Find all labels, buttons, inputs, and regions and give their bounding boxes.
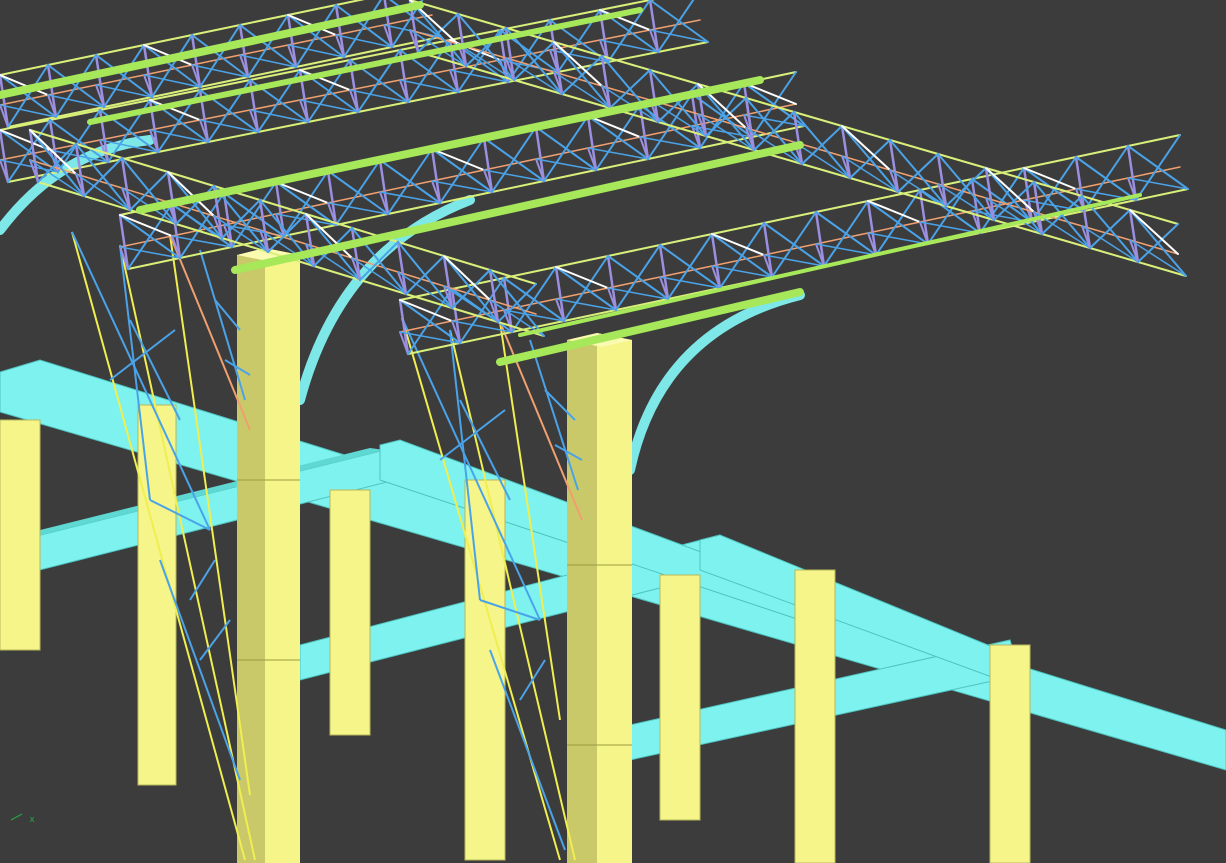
- truss-diagonal: [897, 153, 939, 193]
- truss-chord-bottom: [157, 141, 209, 153]
- truss-diagonal: [1089, 209, 1131, 249]
- truss-vertical: [142, 43, 154, 99]
- short-column: [659, 574, 701, 821]
- truss-chord-bottom: [307, 111, 359, 123]
- truss-chord-top: [555, 255, 609, 268]
- truss-diagonal: [1137, 223, 1179, 263]
- truss-chord-bottom: [179, 246, 233, 259]
- truss-diagonal: [563, 255, 609, 322]
- truss-chord-bottom: [491, 180, 545, 193]
- short-column: [794, 569, 836, 863]
- truss-chord-bottom: [543, 169, 597, 182]
- truss-chord-top: [815, 200, 869, 213]
- truss-chord-top: [1127, 134, 1181, 147]
- ring-pipe: [136, 76, 764, 214]
- truss-vertical: [648, 0, 660, 54]
- truss-vertical: [238, 23, 250, 79]
- structural-3d-scene[interactable]: [0, 0, 1226, 863]
- truss-vertical: [286, 13, 298, 69]
- truss-chord-bottom: [595, 158, 649, 171]
- ring-pipe: [0, 1, 424, 99]
- truss-vertical: [0, 128, 10, 184]
- truss-chord-bottom: [557, 61, 609, 73]
- truss-chord-bottom: [357, 101, 409, 113]
- truss-chord-top: [239, 14, 289, 26]
- truss-diagonal: [497, 283, 537, 323]
- truss-chord-bottom: [657, 41, 709, 53]
- truss-diagonal: [127, 203, 173, 270]
- truss-chord-bottom: [457, 81, 509, 93]
- truss-vertical: [94, 53, 106, 109]
- truss-chord-top: [287, 4, 337, 16]
- axis-x-label: x: [29, 815, 35, 825]
- truss-vertical: [46, 63, 58, 119]
- truss-diagonal: [667, 233, 713, 300]
- truss-diagonal: [771, 211, 817, 278]
- truss-diagonal: [705, 97, 747, 137]
- short-column: [137, 404, 177, 786]
- arch-right: [625, 290, 805, 475]
- truss-chord-bottom: [647, 147, 701, 160]
- main-columns: [237, 248, 632, 863]
- model-viewport[interactable]: x: [0, 0, 1226, 863]
- truss-diagonal: [359, 241, 399, 281]
- truss-chord-bottom: [257, 121, 309, 133]
- truss-chord-top: [335, 0, 365, 6]
- truss-diagonal: [405, 255, 445, 295]
- truss-chord-bottom: [207, 131, 259, 143]
- truss-diagonal: [849, 139, 891, 179]
- short-column: [989, 644, 1031, 863]
- truss-vertical: [334, 3, 346, 59]
- truss-chord-top: [659, 233, 713, 246]
- truss-vertical: [0, 73, 10, 129]
- truss-chord-top: [143, 34, 193, 46]
- truss-vertical: [190, 33, 202, 89]
- truss-chord-bottom: [459, 331, 513, 344]
- truss-chord-top: [711, 222, 765, 235]
- axis-icon: [10, 813, 23, 821]
- truss-diagonal: [561, 55, 603, 95]
- truss-chord-bottom: [335, 213, 389, 226]
- truss-diagonal: [801, 125, 843, 165]
- truss-chord-bottom: [1135, 188, 1189, 201]
- truss-chord-top: [47, 54, 97, 66]
- truss-diagonal: [615, 244, 661, 311]
- ring-pipe: [518, 193, 1142, 337]
- truss-chord-bottom: [127, 257, 181, 270]
- truss-diagonal: [945, 167, 987, 207]
- truss-chord-top: [1023, 156, 1077, 169]
- main-column-right: [567, 333, 632, 863]
- truss-chord-top: [95, 44, 145, 56]
- truss-chord-top: [0, 64, 49, 76]
- truss-chord-top: [1075, 145, 1129, 158]
- truss-chord-top: [607, 244, 661, 257]
- truss-chord-bottom: [407, 91, 459, 103]
- truss-diagonal: [1135, 134, 1181, 201]
- ucs-axis-icon: x: [10, 808, 35, 825]
- truss-chord-top: [191, 24, 241, 36]
- short-column: [329, 489, 371, 736]
- truss-diagonal: [719, 222, 765, 289]
- truss-chord-top: [763, 211, 817, 224]
- short-column: [0, 419, 41, 651]
